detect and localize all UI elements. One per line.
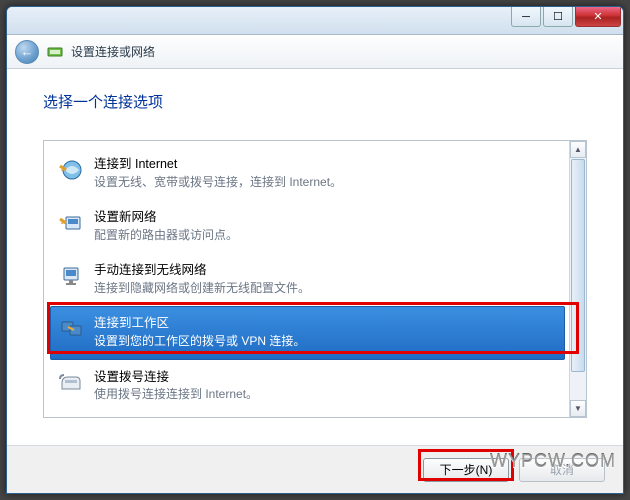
window-controls: ─ ☐ ✕ (511, 7, 623, 27)
connection-option-0[interactable]: 连接到 Internet设置无线、宽带或拨号连接，连接到 Internet。 (50, 147, 565, 200)
close-button[interactable]: ✕ (575, 7, 621, 27)
connection-option-2[interactable]: 手动连接到无线网络连接到隐藏网络或创建新无线配置文件。 (50, 253, 565, 306)
option-desc: 配置新的路由器或访问点。 (94, 227, 238, 244)
connection-option-3[interactable]: 连接到工作区设置到您的工作区的拨号或 VPN 连接。 (50, 306, 565, 359)
option-icon (58, 209, 84, 235)
wizard-window: ─ ☐ ✕ ← 设置连接或网络 选择一个连接选项 连接到 Internet设置无… (6, 6, 624, 494)
cancel-button[interactable]: 取消 (519, 458, 605, 482)
option-icon (58, 262, 84, 288)
option-desc: 使用拨号连接连接到 Internet。 (94, 386, 258, 403)
option-icon (58, 156, 84, 182)
scrollbar[interactable]: ▲ ▼ (569, 141, 586, 417)
connection-option-4[interactable]: 设置拨号连接使用拨号连接连接到 Internet。 (50, 360, 565, 413)
option-icon (58, 369, 84, 395)
connection-option-1[interactable]: 设置新网络配置新的路由器或访问点。 (50, 200, 565, 253)
scroll-track[interactable] (570, 158, 586, 400)
option-title: 设置新网络 (94, 208, 238, 227)
arrow-left-icon: ← (21, 44, 34, 59)
option-title: 连接到 Internet (94, 155, 342, 174)
option-desc: 设置无线、宽带或拨号连接，连接到 Internet。 (94, 174, 342, 191)
maximize-button[interactable]: ☐ (543, 7, 573, 27)
options-listbox: 连接到 Internet设置无线、宽带或拨号连接，连接到 Internet。设置… (43, 140, 587, 418)
content-area: 选择一个连接选项 连接到 Internet设置无线、宽带或拨号连接，连接到 In… (7, 69, 623, 418)
option-icon (58, 315, 84, 341)
network-icon (47, 44, 63, 60)
option-title: 手动连接到无线网络 (94, 261, 310, 280)
option-title: 连接到工作区 (94, 314, 305, 333)
scroll-up-button[interactable]: ▲ (570, 141, 586, 158)
window-title: 设置连接或网络 (71, 43, 155, 60)
scroll-down-button[interactable]: ▼ (570, 400, 586, 417)
titlebar: ─ ☐ ✕ (7, 7, 623, 35)
scroll-thumb[interactable] (571, 159, 585, 372)
option-desc: 设置到您的工作区的拨号或 VPN 连接。 (94, 333, 305, 350)
footer: 下一步(N) 取消 (7, 445, 623, 493)
option-title: 设置拨号连接 (94, 368, 258, 387)
page-heading: 选择一个连接选项 (43, 91, 587, 112)
back-button[interactable]: ← (15, 40, 39, 64)
next-button[interactable]: 下一步(N) (423, 458, 509, 482)
option-desc: 连接到隐藏网络或创建新无线配置文件。 (94, 280, 310, 297)
minimize-button[interactable]: ─ (511, 7, 541, 27)
header-bar: ← 设置连接或网络 (7, 35, 623, 69)
